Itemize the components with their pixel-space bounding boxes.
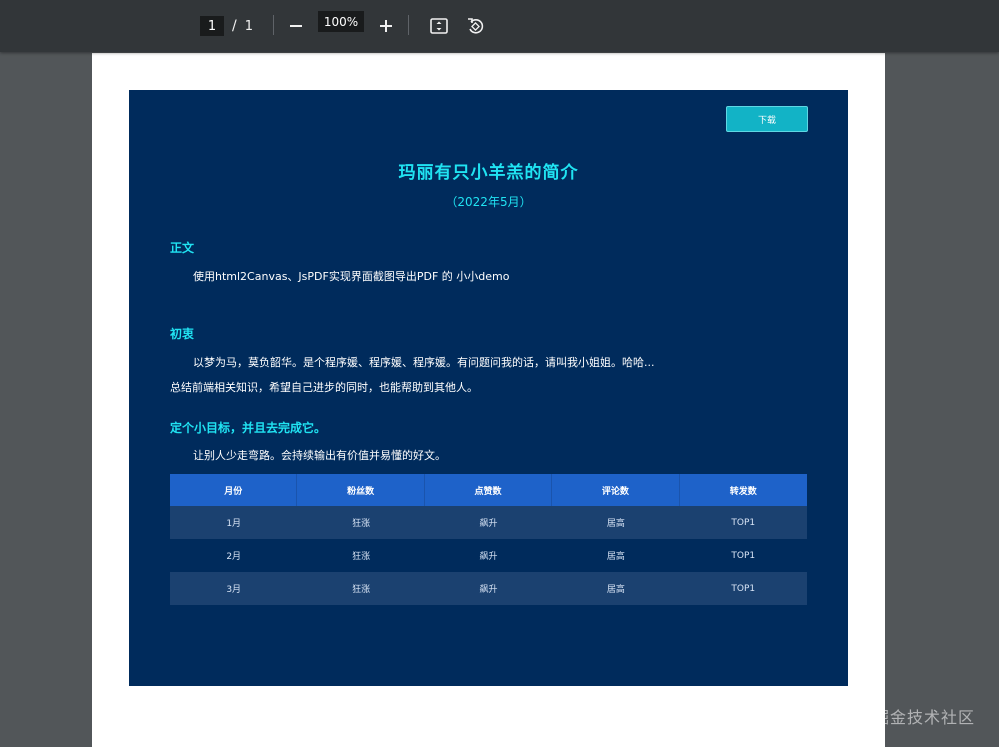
watermark-text: @稀土掘金技术社区 bbox=[821, 708, 975, 727]
total-pages: 1 bbox=[244, 18, 253, 34]
section-goal-text: 让别人少走弯路。会持续输出有价值并易懂的好文。 bbox=[193, 449, 446, 462]
rotate-icon bbox=[468, 18, 484, 34]
table-cell: 飙升 bbox=[479, 519, 498, 529]
fit-to-page-icon bbox=[430, 18, 448, 34]
table-header-month: 月份 bbox=[170, 474, 298, 506]
section-heading-goal: 定个小目标，并且去完成它。 bbox=[170, 421, 327, 435]
table-cell: 3月 bbox=[226, 585, 242, 595]
zoom-in-button[interactable] bbox=[372, 12, 400, 40]
zoom-out-button[interactable] bbox=[282, 12, 310, 40]
table-cell: 居高 bbox=[606, 552, 625, 562]
current-page-input[interactable]: 1 bbox=[200, 16, 224, 36]
table-row: 3月 狂涨 飙升 居高 TOP1 bbox=[170, 572, 807, 605]
stats-table: 月份 粉丝数 点赞数 评论数 转发数 1月 狂涨 飙升 居高 TOP1 2月 狂… bbox=[170, 474, 807, 605]
toolbar-divider bbox=[273, 15, 274, 35]
plus-icon bbox=[380, 20, 392, 32]
exported-content-area: 下载 玛丽有只小羊羔的简介 （2022年5月） 正文 使用html2Canvas… bbox=[129, 90, 848, 686]
section-motivation-line-1: 以梦为马，莫负韶华。是个程序媛、程序媛、程序媛。有问题问我的话，请叫我小姐姐。哈… bbox=[193, 356, 655, 369]
table-cell: TOP1 bbox=[731, 583, 756, 594]
toolbar-divider bbox=[408, 15, 409, 35]
table-cell: 狂涨 bbox=[352, 552, 371, 562]
page-separator: / bbox=[232, 18, 237, 34]
table-cell: 2月 bbox=[226, 552, 242, 562]
table-header-fans: 粉丝数 bbox=[297, 474, 425, 506]
section-heading-body: 正文 bbox=[170, 241, 195, 255]
table-cell: 居高 bbox=[606, 519, 625, 529]
table-header-comments: 评论数 bbox=[552, 474, 680, 506]
pdf-toolbar: 1 / 1 100% bbox=[0, 0, 999, 52]
page-title: 玛丽有只小羊羔的简介 bbox=[398, 163, 579, 183]
rotate-button[interactable] bbox=[461, 12, 489, 40]
table-row: 2月 狂涨 飙升 居高 TOP1 bbox=[170, 539, 807, 572]
table-cell: 1月 bbox=[226, 519, 242, 529]
table-header-row: 月份 粉丝数 点赞数 评论数 转发数 bbox=[170, 474, 807, 506]
table-cell: TOP1 bbox=[731, 517, 756, 528]
section-heading-motivation: 初衷 bbox=[170, 327, 195, 341]
zoom-level-input[interactable]: 100% bbox=[318, 11, 364, 32]
table-cell: 狂涨 bbox=[352, 585, 371, 595]
table-cell: TOP1 bbox=[731, 550, 756, 561]
fit-page-button[interactable] bbox=[425, 12, 453, 40]
page-indicator: 1 / 1 bbox=[200, 0, 253, 52]
table-cell: 居高 bbox=[606, 585, 625, 595]
table-header-shares: 转发数 bbox=[729, 486, 757, 497]
minus-icon bbox=[290, 25, 302, 27]
section-motivation-line-2: 总结前端相关知识，希望自己进步的同时，也能帮助到其他人。 bbox=[170, 381, 478, 394]
section-body-text: 使用html2Canvas、JsPDF实现界面截图导出PDF 的 小小demo bbox=[193, 270, 510, 283]
table-row: 1月 狂涨 飙升 居高 TOP1 bbox=[170, 506, 807, 539]
table-cell: 狂涨 bbox=[352, 519, 371, 529]
download-button[interactable]: 下载 bbox=[726, 106, 808, 132]
page-subtitle: （2022年5月） bbox=[445, 195, 532, 209]
table-cell: 飙升 bbox=[479, 585, 498, 595]
table-header-likes: 点赞数 bbox=[425, 474, 553, 506]
table-cell: 飙升 bbox=[479, 552, 498, 562]
